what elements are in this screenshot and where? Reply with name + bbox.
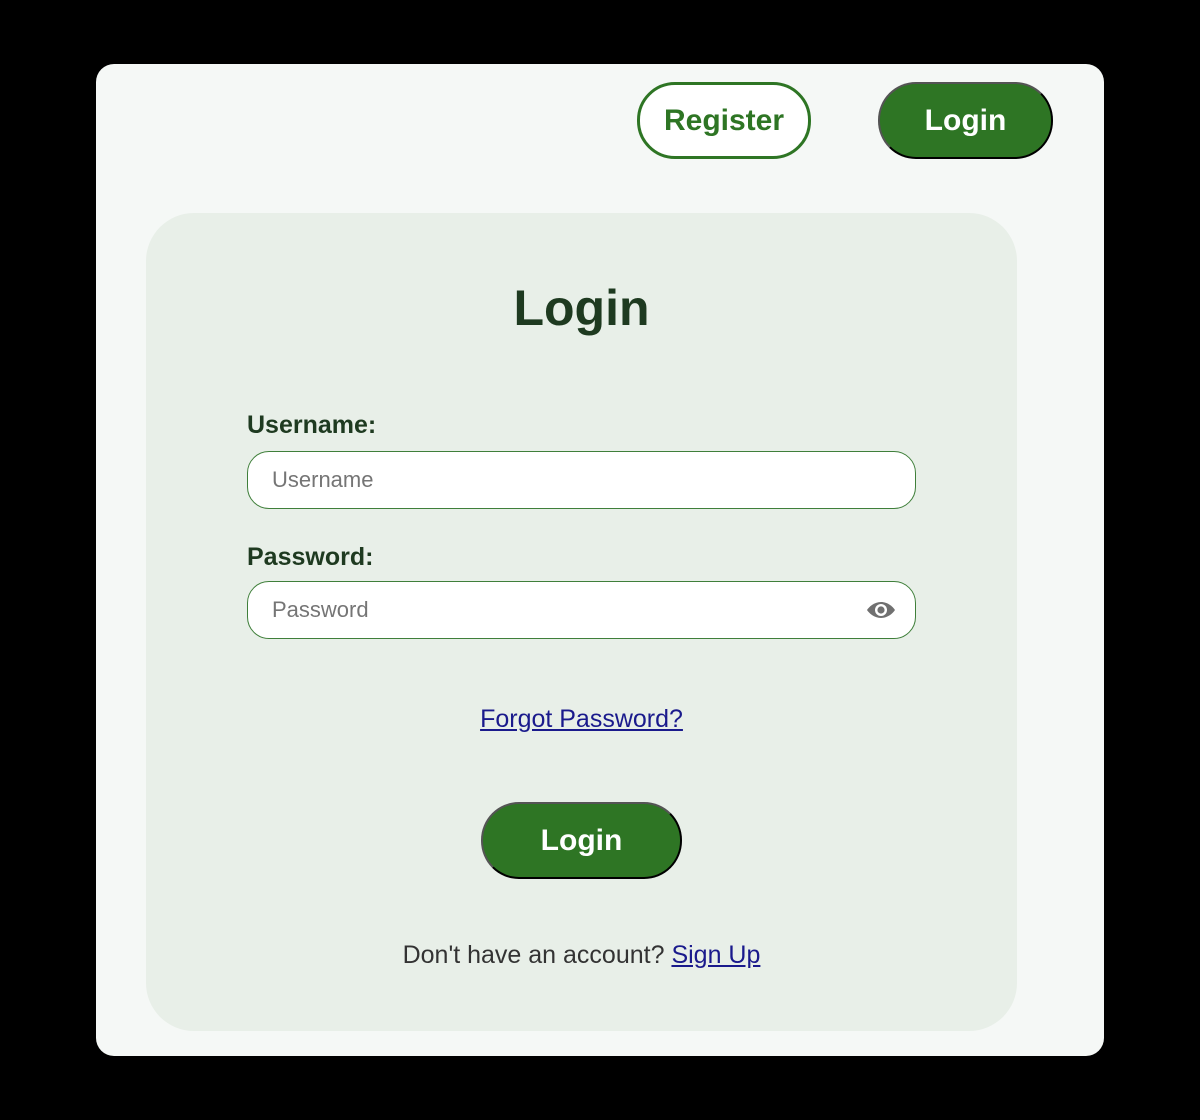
username-input[interactable] [272, 452, 832, 507]
password-label: Password: [247, 543, 374, 571]
signup-row: Don't have an account? Sign Up [146, 943, 1017, 968]
register-button[interactable]: Register [637, 82, 811, 159]
page-title: Login [513, 280, 650, 336]
login-card: Login Username: Password: Forgot Passwor… [146, 213, 1017, 1031]
forgot-password-link[interactable]: Forgot Password? [480, 705, 683, 733]
username-label: Username: [247, 411, 377, 439]
eye-icon[interactable] [865, 598, 897, 622]
login-submit-button[interactable]: Login [481, 802, 682, 879]
signup-prompt: Don't have an account? [402, 941, 672, 969]
password-input[interactable] [272, 582, 832, 637]
signup-link[interactable]: Sign Up [671, 941, 760, 969]
header-login-button[interactable]: Login [878, 82, 1053, 159]
forgot-password-row: Forgot Password? [146, 707, 1017, 732]
app-window: Register Login Login Username: Password:… [96, 64, 1104, 1056]
username-field-wrapper [247, 451, 916, 509]
password-field-wrapper [247, 581, 916, 639]
